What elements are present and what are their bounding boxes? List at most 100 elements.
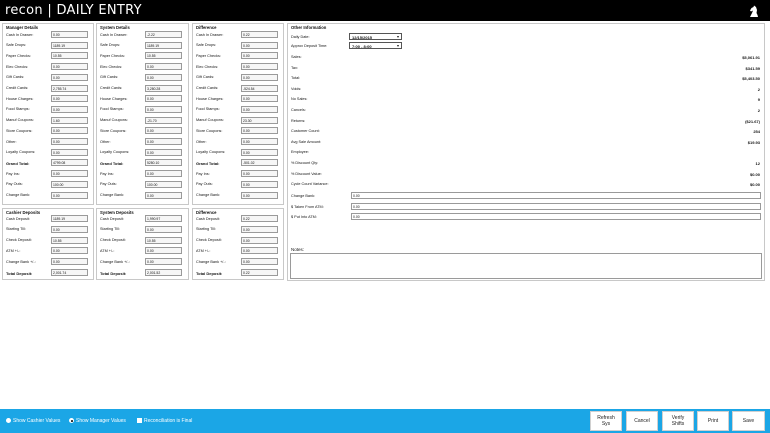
difference-deposit-label-atm: ATM +/-: (196, 248, 211, 253)
cashier-deposit-input-atm[interactable]: 0.00 (51, 247, 88, 255)
manager-input-other[interactable]: 0.00 (51, 138, 88, 145)
difference-input-safe-drops[interactable]: 0.00 (241, 41, 278, 49)
cancel-button[interactable]: Cancel (626, 411, 658, 431)
cashier-deposit-input-total-deposit[interactable]: 2,001.74 (51, 269, 88, 276)
system-label-other: Other: (100, 139, 111, 144)
manager-input-pay-outs[interactable]: 100.00 (51, 180, 88, 188)
system-input-pay-outs[interactable]: 100.00 (145, 180, 182, 188)
stat-row-discount-qty: % Discount Qty: 12 (291, 159, 762, 167)
show-manager-values-radio[interactable]: Show Manager Values (69, 418, 126, 424)
system-input-change-bank[interactable]: 0.00 (145, 191, 182, 199)
system-deposits-panel: System Deposits Cash Deposit: 1,990.97 Sta… (96, 208, 189, 280)
system-input-gift-cards[interactable]: 0.00 (145, 73, 182, 81)
difference-deposit-label-starting-till: Starting Till: (196, 227, 216, 232)
cashier-deposit-input-change-bank[interactable]: 0.00 (51, 258, 88, 266)
deposit-time-select[interactable]: 7:00 - 8:00 ▾ (349, 42, 402, 49)
manager-label-other: Other: (6, 139, 17, 144)
difference-input-pay-ins[interactable]: 0.00 (241, 170, 278, 178)
system-input-safe-drops[interactable]: 1189.19 (145, 41, 182, 49)
show-cashier-values-radio[interactable]: Show Cashier Values (6, 418, 60, 424)
system-input-house-charges[interactable]: 0.00 (145, 95, 182, 103)
cashier-deposit-input-starting-till[interactable]: 0.00 (51, 225, 88, 233)
system-input-grand-total[interactable]: 5280.10 (145, 159, 182, 167)
difference-deposit-input-starting-till[interactable]: 0.00 (241, 225, 278, 233)
manager-input-change-bank[interactable]: 0.00 (51, 191, 88, 199)
difference-input-food-stamps[interactable]: 0.00 (241, 105, 278, 113)
difference-input-paper-checks[interactable]: 0.00 (241, 52, 278, 60)
system-input-elec-checks[interactable]: 0.00 (145, 63, 182, 71)
manager-input-manuf-coupons[interactable]: 1.60 (51, 116, 88, 124)
difference-input-cash-in-drawer[interactable]: 0.22 (241, 31, 278, 38)
print-button[interactable]: Print (697, 411, 729, 431)
difference-input-manuf-coupons[interactable]: 23.30 (241, 116, 278, 124)
difference-input-grand-total[interactable]: -501.02 (241, 159, 278, 167)
stat-row-cancels: Cancels: 2 (291, 106, 762, 114)
system-deposit-input-atm[interactable]: 0.00 (145, 247, 182, 255)
system-label-gift-cards: Gift Cards: (100, 75, 119, 80)
system-input-paper-checks[interactable]: 10.55 (145, 52, 182, 60)
system-input-other[interactable]: 0.00 (145, 138, 182, 145)
system-input-manuf-coupons[interactable]: -21.70 (145, 116, 182, 124)
manager-input-loyalty-coupons[interactable]: 0.00 (51, 148, 88, 156)
manager-label-paper-checks: Paper Checks: (6, 53, 31, 58)
difference-deposit-input-total-deposit[interactable]: 0.22 (241, 269, 278, 276)
system-input-cash-in-drawer[interactable]: -2.22 (145, 31, 182, 38)
bottom-bar: Show Cashier Values Show Manager Values … (0, 409, 770, 433)
system-input-store-coupons[interactable]: 0.00 (145, 127, 182, 135)
refresh-sys-button[interactable]: Refresh Sys (590, 411, 622, 431)
manager-input-grand-total[interactable]: 4799.08 (51, 159, 88, 167)
save-button[interactable]: Save (732, 411, 765, 431)
system-input-loyalty-coupons[interactable]: 0.00 (145, 148, 182, 156)
difference-input-other[interactable]: 0.00 (241, 138, 278, 145)
cashier-deposit-input-cash-deposit[interactable]: 1189.19 (51, 215, 88, 222)
manager-input-pay-ins[interactable]: 0.00 (51, 170, 88, 178)
manager-input-elec-checks[interactable]: 0.00 (51, 63, 88, 71)
chess-knight-icon (750, 5, 758, 17)
difference-input-store-coupons[interactable]: 0.00 (241, 127, 278, 135)
manager-input-cash-in-drawer[interactable]: 0.00 (51, 31, 88, 38)
difference-deposit-input-atm[interactable]: 0.00 (241, 247, 278, 255)
difference-input-change-bank[interactable]: 0.00 (241, 191, 278, 199)
difference-input-house-charges[interactable]: 0.00 (241, 95, 278, 103)
system-deposit-input-starting-till[interactable]: 0.00 (145, 225, 182, 233)
field-input-change-bank[interactable]: 0.00 (351, 192, 761, 199)
manager-input-store-coupons[interactable]: 0.00 (51, 127, 88, 135)
manager-label-grand-total: Grand Total: (6, 160, 30, 166)
manager-input-credit-cards[interactable]: 2,755.74 (51, 84, 88, 92)
difference-deposit-input-cash-deposit[interactable]: 0.22 (241, 215, 278, 222)
difference-deposit-label-check-deposit: Check Deposit: (196, 238, 222, 243)
system-deposit-input-total-deposit[interactable]: 2,001.52 (145, 269, 182, 276)
manager-input-house-charges[interactable]: 0.00 (51, 95, 88, 103)
system-input-credit-cards[interactable]: 3,280.28 (145, 84, 182, 92)
difference-input-credit-cards[interactable]: -524.54 (241, 84, 278, 92)
difference-input-elec-checks[interactable]: 0.00 (241, 63, 278, 71)
system-deposit-input-cash-deposit[interactable]: 1,990.97 (145, 215, 182, 222)
manager-input-paper-checks[interactable]: 10.55 (51, 52, 88, 60)
system-deposits-title: System Deposits (100, 210, 134, 215)
cashier-deposits-title: Cashier Deposits (6, 210, 41, 215)
cashier-deposit-input-check-deposit[interactable]: 10.55 (51, 236, 88, 244)
daily-date-select[interactable]: 12/15/2015 ▾ (349, 33, 402, 40)
difference-input-loyalty-coupons[interactable]: 0.00 (241, 148, 278, 156)
difference-deposit-input-check-deposit[interactable]: 0.00 (241, 236, 278, 244)
system-deposit-input-check-deposit[interactable]: 10.55 (145, 236, 182, 244)
system-input-food-stamps[interactable]: 0.00 (145, 105, 182, 113)
manager-input-food-stamps[interactable]: 0.00 (51, 105, 88, 113)
difference-deposit-input-change-bank[interactable]: 0.00 (241, 258, 278, 266)
difference-input-pay-outs[interactable]: 0.00 (241, 180, 278, 188)
system-deposit-input-change-bank[interactable]: 0.00 (145, 258, 182, 266)
system-label-food-stamps: Food Stamps: (100, 107, 124, 112)
difference-input-gift-cards[interactable]: 0.00 (241, 73, 278, 81)
field-input-taken-from-atm[interactable]: 0.00 (351, 202, 761, 210)
manager-input-gift-cards[interactable]: 0.00 (51, 73, 88, 81)
deposit-time-value: 7:00 - 8:00 (352, 44, 372, 49)
manager-input-safe-drops[interactable]: 1189.19 (51, 41, 88, 49)
verify-shifts-button[interactable]: Verify Shifts (662, 411, 694, 431)
reconciliation-final-label: Reconciliation is Final (144, 418, 193, 424)
difference-label-credit-cards: Credit Cards: (196, 86, 219, 90)
system-input-pay-ins[interactable]: 0.00 (145, 170, 182, 178)
notes-textarea[interactable] (290, 253, 762, 279)
reconciliation-final-checkbox[interactable]: Reconciliation is Final (137, 418, 192, 424)
field-input-put-into-atm[interactable]: 0.00 (351, 213, 761, 220)
system-label-safe-drops: Safe Drops: (100, 43, 121, 48)
